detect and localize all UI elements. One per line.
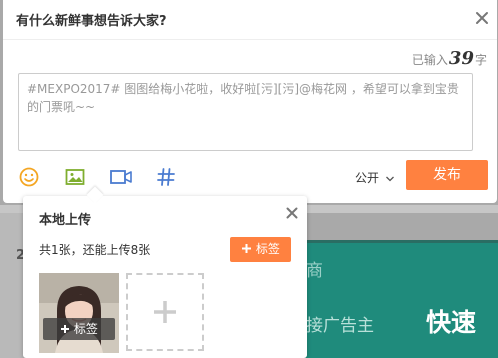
visibility-dropdown[interactable]: 公开 xyxy=(355,169,395,186)
background-left-column xyxy=(0,213,24,358)
background-ad-text-3: 快速 xyxy=(426,308,477,337)
image-icon[interactable] xyxy=(64,166,86,188)
emoji-icon[interactable] xyxy=(18,166,40,188)
photo-image xyxy=(39,273,119,353)
char-counter-prefix: 已输入 xyxy=(411,53,448,67)
popup-title: 本地上传 xyxy=(39,213,92,228)
close-icon[interactable] xyxy=(474,10,490,26)
plus-icon xyxy=(154,301,176,323)
dialog-divider xyxy=(3,39,497,40)
close-icon[interactable] xyxy=(285,205,299,219)
topic-icon[interactable] xyxy=(155,166,177,188)
publish-dialog: 有什么新鲜事想告诉大家? 已输入39字 #MEXPO2017# 图图给梅小花啦，… xyxy=(3,0,497,203)
video-icon[interactable] xyxy=(109,166,132,188)
publish-button[interactable]: 发布 xyxy=(406,160,488,190)
add-tag-label: 标签 xyxy=(255,242,280,256)
background-ad-card-strip xyxy=(300,240,498,243)
background-ad-card xyxy=(300,240,498,358)
chevron-down-icon xyxy=(385,176,394,181)
dialog-title: 有什么新鲜事想告诉大家? xyxy=(16,14,167,29)
add-image-button[interactable] xyxy=(126,273,204,351)
add-tag-button[interactable]: 标签 xyxy=(230,237,291,262)
uploaded-image-thumbnail[interactable]: 标签 xyxy=(39,273,119,353)
visibility-label: 公开 xyxy=(355,171,380,185)
background-ad-text-1: 商 xyxy=(306,261,323,281)
plus-icon xyxy=(242,244,252,253)
plus-icon xyxy=(61,325,70,333)
char-counter: 已输入39字 xyxy=(412,48,487,69)
char-counter-suffix: 字 xyxy=(474,53,487,67)
char-counter-value: 39 xyxy=(448,48,474,69)
background-ad-text-2: 接广告主 xyxy=(306,316,374,336)
image-tag-label: 标签 xyxy=(73,322,98,336)
image-tag-button[interactable]: 标签 xyxy=(43,318,115,340)
upload-popup: 本地上传 共1张，还能上传8张 标签 标签 xyxy=(23,186,307,358)
post-text-input[interactable]: #MEXPO2017# 图图给梅小花啦，收好啦[污][污]@梅花网 ，希望可以拿… xyxy=(18,73,473,151)
upload-count-info: 共1张，还能上传8张 xyxy=(39,243,151,257)
